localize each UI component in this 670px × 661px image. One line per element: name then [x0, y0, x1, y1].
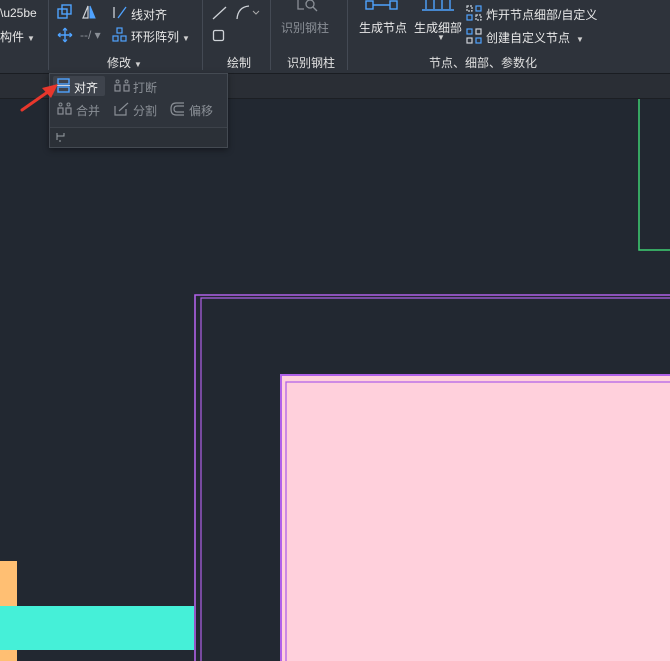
offset-icon	[170, 102, 184, 116]
align-label: 对齐	[74, 81, 99, 95]
generate-node-icon	[365, 0, 398, 10]
offset-label: 偏移	[189, 104, 214, 118]
identify-group-label: 识别钢柱	[287, 56, 336, 70]
line-align-button[interactable]: 线对齐	[131, 6, 167, 23]
ring-array-icon	[112, 27, 127, 42]
ribbon: \u25be 构件 ▼ 线对齐 --/ ▾ 环形阵列 ▼ 修改 ▼ 绘制 识别钢…	[0, 0, 670, 74]
ring-array-button[interactable]: 环形阵列 ▼	[131, 28, 190, 45]
move-icon[interactable]	[57, 27, 73, 43]
modify-dropdown-panel: 对齐 打断 合并 分割 偏移	[49, 73, 228, 148]
partial-left-item-top[interactable]: \u25be	[0, 6, 37, 20]
line-icon[interactable]	[211, 5, 229, 21]
green-outline	[638, 99, 670, 251]
modify-group-label[interactable]: 修改 ▼	[107, 54, 142, 71]
modify-group-text: 修改	[107, 56, 132, 70]
line-align-icon	[113, 6, 127, 19]
break-icon	[114, 79, 130, 92]
split-menu-item[interactable]: 分割	[112, 99, 164, 119]
chevron-down-icon: ▼	[27, 34, 35, 43]
pin-icon[interactable]	[55, 131, 67, 143]
create-custom-node-icon	[466, 28, 482, 44]
identify-column-icon	[297, 0, 318, 12]
generate-detail-icon	[422, 0, 454, 11]
canvas-drawing	[0, 99, 670, 661]
component-dropdown[interactable]: 构件 ▼	[0, 28, 35, 45]
extend-dropdown[interactable]: --/ ▾	[80, 28, 101, 42]
drawing-canvas[interactable]	[0, 99, 670, 661]
group-separator	[202, 0, 203, 70]
chevron-down-icon[interactable]: ▼	[437, 33, 445, 42]
chevron-down-icon: ▼	[134, 60, 142, 69]
create-custom-node-label: 创建自定义节点	[486, 31, 571, 45]
panel-footer	[50, 127, 227, 147]
mirror-icon[interactable]	[81, 4, 97, 20]
merge-label: 合并	[76, 104, 101, 118]
offset-menu-item[interactable]: 偏移	[168, 99, 224, 119]
split-label: 分割	[133, 104, 158, 118]
ring-array-label: 环形阵列	[131, 30, 180, 44]
identify-column-button[interactable]: 识别钢柱	[281, 19, 329, 36]
explode-node-button[interactable]: 炸开节点细部/自定义	[486, 6, 597, 23]
rectangle-icon[interactable]	[212, 29, 226, 43]
chevron-down-icon: ▼	[576, 35, 584, 44]
draw-group-label: 绘制	[227, 56, 252, 70]
chevron-down-icon: ▼	[182, 34, 190, 43]
nodes-group-label: 节点、细部、参数化	[429, 56, 538, 70]
cyan-bar	[0, 606, 194, 650]
explode-node-icon	[466, 5, 482, 21]
red-arrow-annotation	[20, 84, 58, 112]
break-label: 打断	[133, 81, 158, 95]
arc-icon[interactable]	[235, 4, 261, 20]
component-label: 构件	[0, 30, 25, 44]
group-separator	[347, 0, 348, 70]
group-separator	[270, 0, 271, 70]
create-custom-node-button[interactable]: 创建自定义节点 ▼	[486, 29, 584, 46]
break-menu-item[interactable]: 打断	[112, 76, 172, 96]
split-icon	[114, 102, 129, 116]
group-separator	[48, 0, 49, 70]
generate-node-button[interactable]: 生成节点	[359, 19, 407, 36]
copy-icon[interactable]	[57, 4, 73, 20]
pink-block	[281, 375, 670, 661]
